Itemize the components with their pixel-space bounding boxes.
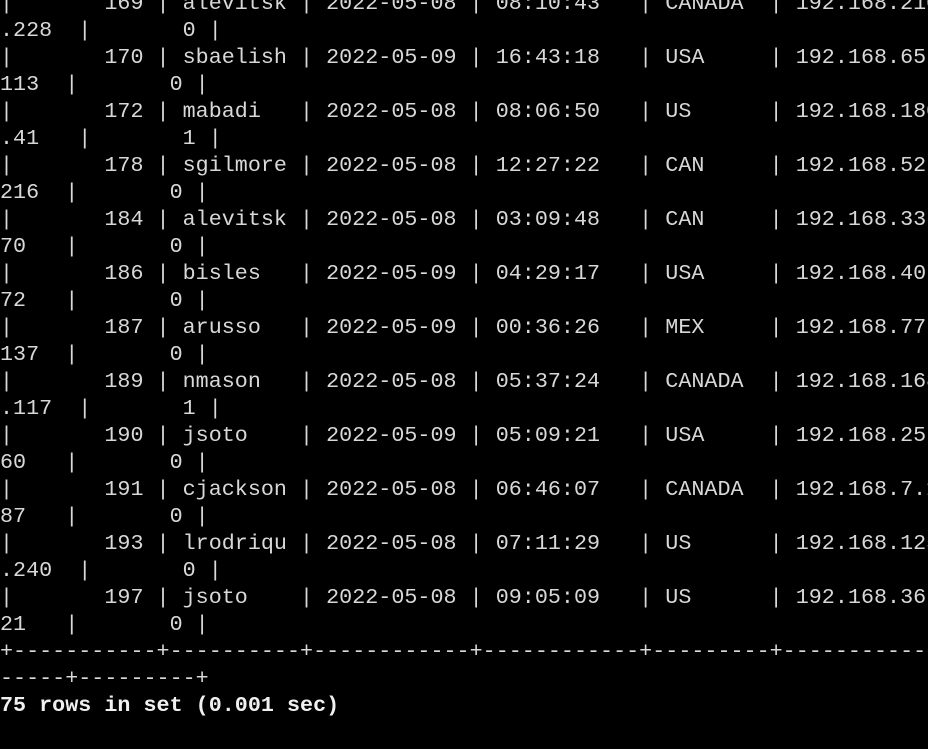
terminal-line: | 186 | bisles | 2022-05-09 | 04:29:17 |… (0, 261, 928, 286)
terminal-line: | 191 | cjackson | 2022-05-08 | 06:46:07… (0, 477, 928, 502)
terminal-window[interactable]: | 169 | alevitsk | 2022-05-08 | 08:10:43… (0, 0, 928, 749)
terminal-line: 70 | 0 | (0, 234, 209, 259)
terminal-line: 21 | 0 | (0, 612, 209, 637)
terminal-line: | 172 | mabadi | 2022-05-08 | 08:06:50 |… (0, 99, 928, 124)
terminal-line: | 197 | jsoto | 2022-05-08 | 09:05:09 | … (0, 585, 928, 610)
terminal-line: 113 | 0 | (0, 72, 209, 97)
terminal-line: .41 | 1 | (0, 126, 222, 151)
terminal-line: 137 | 0 | (0, 342, 209, 367)
terminal-line: | 178 | sgilmore | 2022-05-08 | 12:27:22… (0, 153, 928, 178)
terminal-line: | 187 | arusso | 2022-05-09 | 00:36:26 |… (0, 315, 928, 340)
terminal-line: .117 | 1 | (0, 396, 222, 421)
terminal-output: | 169 | alevitsk | 2022-05-08 | 08:10:43… (0, 0, 928, 719)
terminal-line: | 169 | alevitsk | 2022-05-08 | 08:10:43… (0, 0, 928, 16)
terminal-line: 60 | 0 | (0, 450, 209, 475)
table-border-line: +-----------+----------+------------+---… (0, 639, 928, 664)
terminal-line: | 189 | nmason | 2022-05-08 | 05:37:24 |… (0, 369, 928, 394)
terminal-line: 72 | 0 | (0, 288, 209, 313)
terminal-line: .228 | 0 | (0, 18, 222, 43)
terminal-line: | 184 | alevitsk | 2022-05-08 | 03:09:48… (0, 207, 928, 232)
query-status-message: 75 rows in set (0.001 sec) (0, 693, 340, 718)
terminal-line: .240 | 0 | (0, 558, 222, 583)
terminal-line: | 190 | jsoto | 2022-05-09 | 05:09:21 | … (0, 423, 928, 448)
terminal-line: 87 | 0 | (0, 504, 209, 529)
table-border-line: -----+---------+ (0, 666, 209, 691)
terminal-line: | 170 | sbaelish | 2022-05-09 | 16:43:18… (0, 45, 928, 70)
terminal-line: | 193 | lrodriqu | 2022-05-08 | 07:11:29… (0, 531, 928, 556)
terminal-line: 216 | 0 | (0, 180, 209, 205)
